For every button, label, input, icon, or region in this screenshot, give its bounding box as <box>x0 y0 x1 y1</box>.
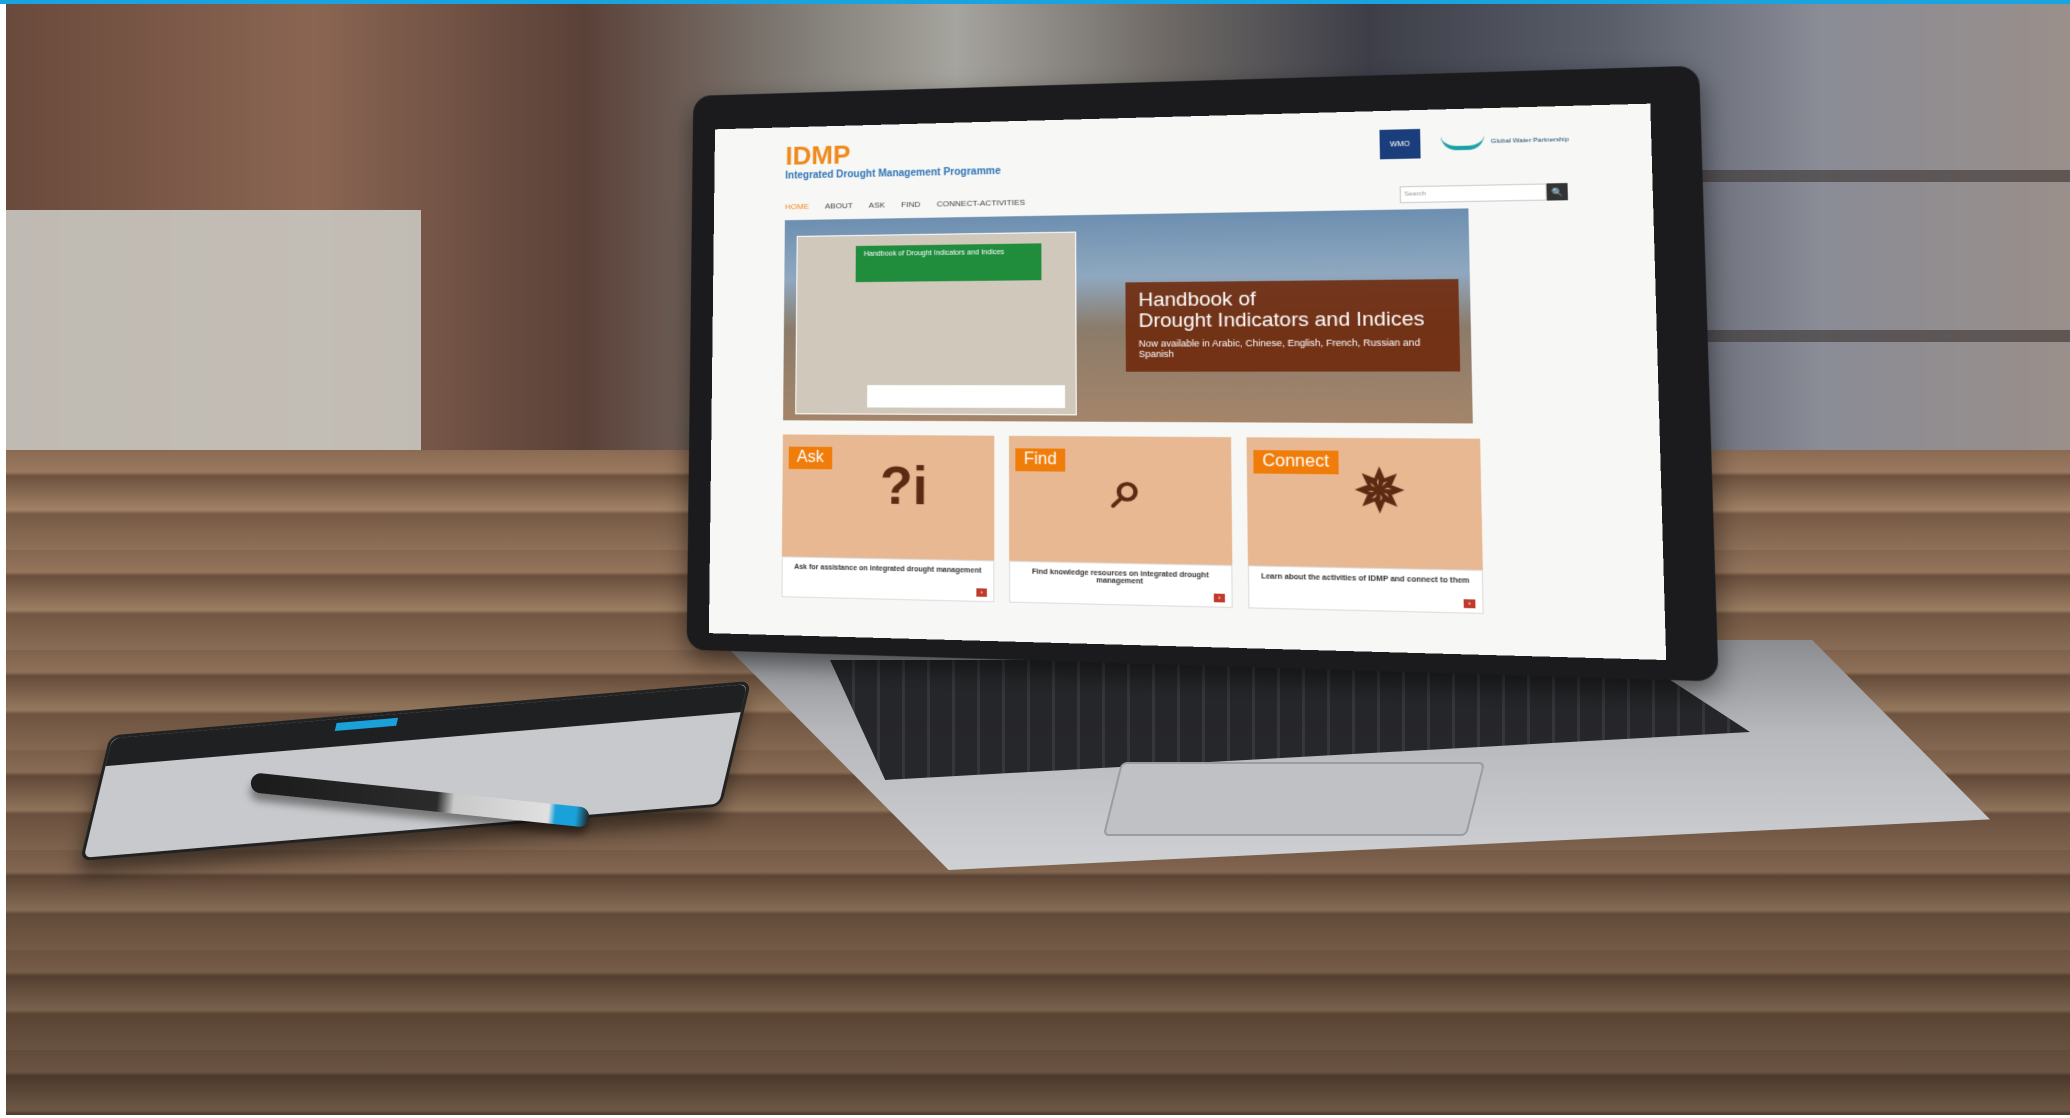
nav-item-ask[interactable]: ASK <box>869 200 885 209</box>
card-find-description: Find knowledge resources on integrated d… <box>1031 568 1209 586</box>
card-connect[interactable]: Connect ✵ Learn about the activities of … <box>1246 437 1484 615</box>
nav-item-about[interactable]: ABOUT <box>825 201 853 210</box>
card-ask-arrow-icon[interactable]: › <box>976 588 987 597</box>
card-find-arrow-icon[interactable]: › <box>1213 593 1225 603</box>
handbook-cover-logos <box>867 385 1066 409</box>
magnifier-icon: ⌕ <box>1111 458 1144 520</box>
card-ask-text: Ask for assistance on integrated drought… <box>781 556 995 603</box>
card-find-image: Find ⌕ <box>1009 435 1233 566</box>
wmo-logo-label: WMO <box>1389 140 1411 149</box>
hero-subtitle: Now available in Arabic, Chinese, Englis… <box>1138 337 1421 360</box>
card-ask-description: Ask for assistance on integrated drought… <box>794 563 982 575</box>
question-info-icon: ?i <box>879 456 928 517</box>
site-logo[interactable]: IDMP <box>785 138 1000 170</box>
nav-item-connect-activities[interactable]: CONNECT-ACTIVITIES <box>937 198 1025 209</box>
hero-banner[interactable]: Handbook of Drought Indicators and Indic… <box>783 208 1473 424</box>
search-button[interactable]: 🔍 <box>1546 183 1568 201</box>
site-header: IDMP Integrated Drought Management Progr… <box>785 138 1001 181</box>
gwp-logo-label: Global Water Partnership <box>1490 136 1569 146</box>
handbook-cover-title: Handbook of Drought Indicators and Indic… <box>855 243 1042 283</box>
card-ask[interactable]: Ask ?i Ask for assistance on integrated … <box>781 434 995 603</box>
card-connect-arrow-icon[interactable]: › <box>1463 599 1476 609</box>
laptop-screen: IDMP Integrated Drought Management Progr… <box>708 103 1667 661</box>
nav-item-home[interactable]: HOME <box>785 202 809 211</box>
search-icon: 🔍 <box>1551 186 1564 197</box>
hero-caption-panel: Handbook of Drought Indicators and Indic… <box>1125 279 1461 372</box>
card-connect-image: Connect ✵ <box>1246 437 1483 570</box>
card-ask-tag: Ask <box>788 446 832 470</box>
gwp-wave-icon <box>1440 134 1485 151</box>
search-box: Search 🔍 <box>1399 183 1568 204</box>
hero-title-line2: Drought Indicators and Indices <box>1138 308 1425 333</box>
wmo-logo[interactable]: WMO <box>1379 128 1421 160</box>
main-nav: HOME ABOUT ASK FIND CONNECT-ACTIVITIES <box>785 198 1025 212</box>
photo-frame: IDMP Integrated Drought Management Progr… <box>0 0 2070 1118</box>
feature-cards: Ask ?i Ask for assistance on integrated … <box>781 434 1500 615</box>
connect-people-icon: ✵ <box>1354 460 1406 524</box>
nav-item-find[interactable]: FIND <box>901 200 920 209</box>
card-connect-tag: Connect <box>1253 450 1339 475</box>
card-find-tag: Find <box>1015 448 1066 472</box>
card-connect-text: Learn about the activities of IDMP and c… <box>1247 565 1484 615</box>
handbook-cover-image: Handbook of Drought Indicators and Indic… <box>795 231 1077 416</box>
card-find[interactable]: Find ⌕ Find knowledge resources on integ… <box>1009 435 1233 609</box>
laptop-touchpad <box>1102 762 1486 836</box>
card-ask-image: Ask ?i <box>781 434 995 561</box>
partner-logos: WMO Global Water Partnership <box>1379 125 1569 160</box>
gwp-logo[interactable]: Global Water Partnership <box>1440 133 1569 151</box>
card-connect-description: Learn about the activities of IDMP and c… <box>1260 573 1470 586</box>
background-panel <box>6 210 421 460</box>
search-input[interactable]: Search <box>1399 183 1547 204</box>
card-find-text: Find knowledge resources on integrated d… <box>1009 560 1233 609</box>
